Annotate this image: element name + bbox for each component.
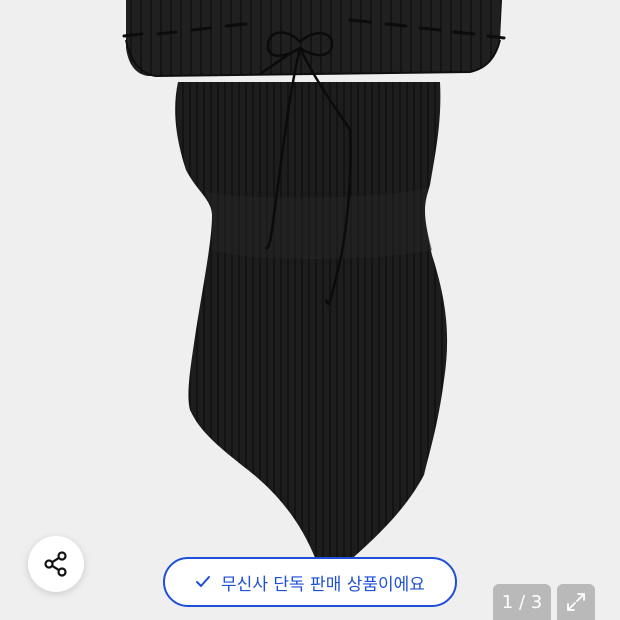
check-icon <box>195 575 211 589</box>
share-icon <box>44 551 67 577</box>
expand-image-button[interactable] <box>557 584 595 620</box>
exclusive-sale-badge[interactable]: 무신사 단독 판매 상품이에요 <box>163 557 457 607</box>
exclusive-sale-label: 무신사 단독 판매 상품이에요 <box>221 574 425 595</box>
expand-icon <box>567 593 585 611</box>
share-button[interactable] <box>28 536 84 592</box>
product-photo <box>122 0 506 582</box>
page-indicator: 1 / 3 <box>493 584 551 620</box>
